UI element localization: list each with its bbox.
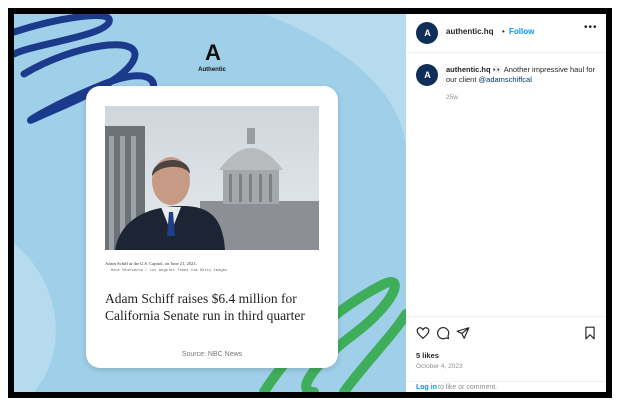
- capitol-lantern: [247, 128, 255, 144]
- news-photo: [105, 106, 319, 250]
- login-prompt: Log in to like or comment.: [406, 381, 606, 392]
- heart-icon[interactable]: [416, 326, 430, 340]
- post-header: A authentic.hq • Follow •••: [406, 14, 606, 53]
- more-options-icon[interactable]: •••: [584, 22, 598, 33]
- comment-icon[interactable]: [436, 326, 450, 340]
- eyes-emoji: 👀: [492, 65, 503, 74]
- follow-button[interactable]: Follow: [509, 27, 534, 36]
- news-card: Adam Schiff at the U.S. Capitol, on June…: [86, 86, 338, 368]
- comment-username[interactable]: authentic.hq: [446, 65, 491, 74]
- likes-count[interactable]: 5 likes: [416, 351, 439, 360]
- brand-mark: A: [205, 40, 221, 65]
- username-link[interactable]: authentic.hq: [446, 27, 494, 36]
- instagram-post: A Authentic Adam Schiff at the U.S. Capi…: [14, 14, 606, 392]
- news-headline: Adam Schiff raises $6.4 million for Cali…: [105, 291, 305, 323]
- avatar[interactable]: A: [416, 64, 438, 86]
- login-prompt-text: to like or comment.: [438, 384, 498, 391]
- post-sidebar: A authentic.hq • Follow ••• A authentic.…: [406, 14, 606, 392]
- authentic-logo: A Authentic: [195, 40, 229, 80]
- post-date: October 4, 2023: [416, 363, 463, 370]
- capitol-photo: [105, 106, 319, 250]
- bookmark-icon[interactable]: [583, 326, 597, 340]
- photo-credit: Kent Nishimura / Los Angeles Times via G…: [111, 269, 228, 273]
- news-source: Source: NBC News: [181, 351, 243, 358]
- action-bar: 5 likes October 4, 2023 Log in to like o…: [406, 316, 606, 392]
- login-link[interactable]: Log in: [416, 384, 437, 391]
- comment-time: 25w: [446, 94, 458, 101]
- green-scribble: [339, 309, 406, 392]
- avatar[interactable]: A: [416, 22, 438, 44]
- caption-text: authentic.hq 👀 Another impressive haul f…: [446, 65, 596, 85]
- post-image[interactable]: A Authentic Adam Schiff at the U.S. Capi…: [14, 14, 406, 392]
- separator-dot: •: [502, 27, 505, 36]
- brand-word: Authentic: [198, 67, 226, 73]
- photo-caption: Adam Schiff at the U.S. Capitol, on June…: [105, 261, 197, 266]
- mention-link[interactable]: @adamschiffcal: [479, 75, 532, 84]
- share-icon[interactable]: [456, 326, 470, 340]
- light-blob: [14, 244, 56, 392]
